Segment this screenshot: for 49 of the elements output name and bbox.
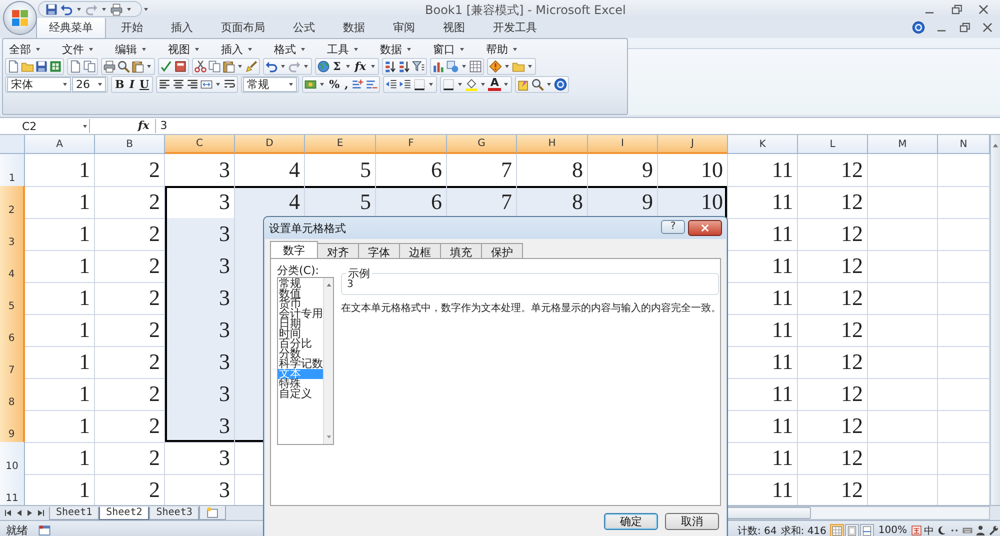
- cell-value: 10: [658, 186, 728, 219]
- cell-value: 2: [95, 442, 165, 475]
- cell-value: 3: [165, 410, 235, 443]
- cell-value: 3: [165, 346, 235, 379]
- cell-value: 12: [798, 218, 868, 251]
- cell-value: 1: [25, 314, 95, 347]
- sum-text: 求和: 416: [780, 524, 826, 536]
- cell-value: 3: [165, 314, 235, 347]
- category-label: 分类(C):: [277, 265, 320, 276]
- cell-value: 11: [728, 186, 798, 219]
- cell-value: 3: [165, 250, 235, 283]
- cell-value: 12: [798, 410, 868, 443]
- cell-value: 12: [798, 154, 868, 187]
- cell-value: 3: [165, 378, 235, 411]
- cell-value: 5: [305, 186, 376, 219]
- cell-value: 1: [25, 282, 95, 315]
- window-title: Book1 [兼容模式] - Microsoft Excel: [425, 2, 626, 19]
- cell-value: 3: [165, 186, 235, 219]
- cell-value: 1: [25, 154, 95, 187]
- cell-value: 8: [517, 186, 588, 219]
- cell-value: 1: [25, 250, 95, 283]
- cell-value: 3: [165, 282, 235, 315]
- cell-value: 7: [447, 186, 517, 219]
- cell-value: 9: [588, 186, 658, 219]
- sample-label: 示例: [346, 266, 372, 281]
- sample-value: 3: [347, 279, 354, 290]
- cell-value: 12: [798, 442, 868, 475]
- cell-value: 6: [376, 186, 447, 219]
- cell-value: 11: [728, 154, 798, 187]
- cell-value: 1: [25, 186, 95, 219]
- count-text: 计数: 64: [737, 524, 777, 536]
- cell-value: 12: [798, 282, 868, 315]
- description-text: 在文本单元格格式中，数字作为文本处理。单元格显示的内容与输入的内容完全一致。: [341, 302, 721, 315]
- cell-value: 3: [165, 218, 235, 251]
- cell-value: 12: [798, 314, 868, 347]
- dialog-title: 设置单元格格式: [269, 220, 346, 236]
- status-text: 就绪: [5, 523, 29, 536]
- cell-value: 12: [798, 346, 868, 379]
- cell-value: 1: [25, 346, 95, 379]
- cell-value: 4: [235, 186, 305, 219]
- cell-value: 3: [165, 442, 235, 475]
- cell-value: 2: [95, 154, 165, 187]
- cell-value: 12: [798, 250, 868, 283]
- cell-value: 1: [25, 378, 95, 411]
- cell-value: 1: [25, 410, 95, 443]
- cell-value: 12: [798, 378, 868, 411]
- cell-value: 1: [25, 218, 95, 251]
- cell-value: 1: [25, 442, 95, 475]
- cell-value: 12: [798, 186, 868, 219]
